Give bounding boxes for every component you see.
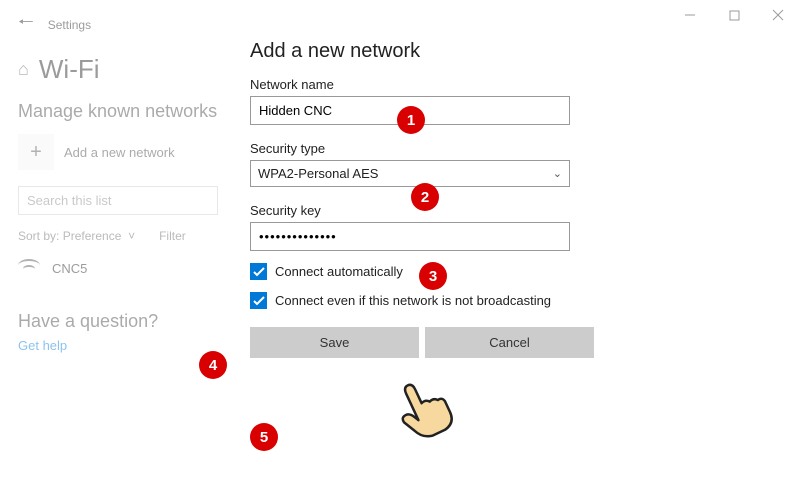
sort-control[interactable]: Sort by: Preference ˅ <box>18 229 135 243</box>
search-input[interactable]: Search this list <box>18 186 218 215</box>
maximize-button[interactable] <box>712 0 756 30</box>
close-button[interactable] <box>756 0 800 30</box>
network-name-label: Network name <box>250 77 594 92</box>
plus-icon: + <box>18 134 54 170</box>
pointing-hand-icon <box>386 374 456 444</box>
cancel-button[interactable]: Cancel <box>425 327 594 358</box>
connect-hidden-checkbox[interactable]: Connect even if this network is not broa… <box>250 292 594 309</box>
annotation-2: 2 <box>411 183 439 211</box>
wifi-icon <box>18 259 40 277</box>
connect-auto-label: Connect automatically <box>275 264 403 279</box>
modal-button-row: Save Cancel <box>250 327 594 358</box>
annotation-4: 4 <box>199 351 227 379</box>
checkbox-checked-icon <box>250 292 267 309</box>
chevron-down-icon: ⌄ <box>553 167 562 180</box>
annotation-5: 5 <box>250 423 278 451</box>
security-key-input[interactable] <box>250 222 570 251</box>
network-name: CNC5 <box>52 261 87 276</box>
security-type-select[interactable]: WPA2-Personal AES ⌄ <box>250 160 570 187</box>
add-network-label: Add a new network <box>64 145 175 160</box>
app-title: Settings <box>48 18 91 32</box>
page-title: Wi-Fi <box>39 54 100 85</box>
minimize-button[interactable] <box>668 0 712 30</box>
connect-hidden-label: Connect even if this network is not broa… <box>275 293 551 308</box>
security-type-label: Security type <box>250 141 594 156</box>
annotation-3: 3 <box>419 262 447 290</box>
home-icon: ⌂ <box>18 59 29 80</box>
filter-control[interactable]: Filter <box>159 229 186 243</box>
checkbox-checked-icon <box>250 263 267 280</box>
back-icon[interactable]: 🠐 <box>18 10 34 40</box>
modal-title: Add a new network <box>250 40 594 63</box>
annotation-1: 1 <box>397 106 425 134</box>
security-type-value: WPA2-Personal AES <box>258 166 378 181</box>
window-controls <box>668 0 800 30</box>
save-button[interactable]: Save <box>250 327 419 358</box>
